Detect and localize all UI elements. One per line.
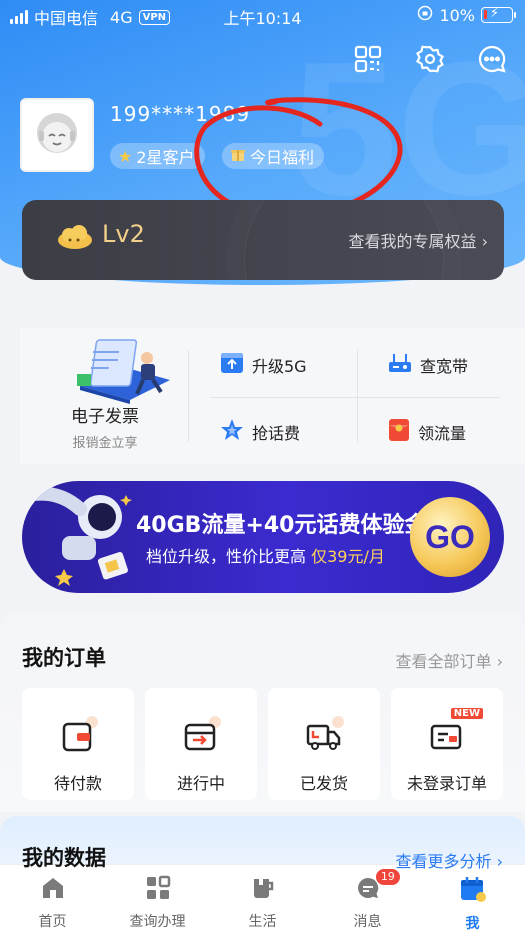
order-shipped[interactable]: 已发货 (268, 688, 380, 800)
delivery-truck-icon (304, 716, 344, 760)
tab-query-handle[interactable]: 查询办理 (105, 865, 210, 934)
settings-gear-icon[interactable] (415, 44, 445, 74)
get-data-label: 领流量 (418, 424, 467, 443)
view-more-analysis-label: 查看更多分析 (395, 852, 492, 871)
e-invoice-subtitle: 报销金立享 (72, 436, 138, 451)
order-in-progress[interactable]: 进行中 (145, 688, 257, 800)
go-button[interactable]: GO (410, 497, 490, 577)
avatar[interactable] (20, 98, 94, 172)
order-not-logged-in[interactable]: NEW 未登录订单 (391, 688, 503, 800)
data-title: 我的数据 (22, 846, 106, 870)
get-data-button[interactable]: 领流量 (388, 418, 466, 446)
promo-banner[interactable]: 40GB流量+40元话费体验金 档位升级，性价比更高 仅39元/月 GO (22, 481, 504, 593)
e-invoice-title[interactable]: 电子发票 (20, 402, 190, 427)
message-bubble-icon[interactable] (477, 44, 507, 74)
tab-label: 生活 (248, 914, 277, 930)
banner-subtitle: 档位升级，性价比更高 仅39元/月 (146, 543, 385, 567)
check-broadband-button[interactable]: 查宽带 (388, 352, 468, 378)
star-level-label: 2星客户 (136, 148, 195, 167)
qr-code-icon[interactable] (353, 44, 383, 74)
order-label: 已发货 (299, 774, 348, 793)
daily-benefit-label: 今日福利 (250, 148, 315, 167)
inbox-arrow-icon (181, 716, 221, 760)
tab-label: 查询办理 (129, 914, 186, 930)
tab-me[interactable]: 我 (420, 865, 525, 934)
tab-home[interactable]: 首页 (0, 865, 105, 934)
level-card[interactable]: Lv2 查看我的专属权益 › (22, 200, 504, 280)
view-all-orders-link[interactable]: 查看全部订单 › (396, 648, 504, 672)
grab-credit-label: 抢话费 (252, 424, 301, 443)
view-more-analysis-link[interactable]: 查看更多分析 › (396, 848, 504, 872)
star-icon: ★ (118, 146, 133, 166)
home-icon (40, 875, 66, 905)
order-label: 待付款 (53, 774, 102, 793)
upgrade-5g-label: 升级5G (252, 357, 307, 376)
exclusive-benefits-link-label: 查看我的专属权益 (348, 232, 477, 251)
bottom-tab-bar: 首页 查询办理 生活 19 消息 我 (0, 864, 525, 934)
card-list-icon (427, 716, 467, 760)
orientation-lock-icon (417, 5, 433, 25)
router-icon (388, 352, 412, 378)
status-bar: 中国电信 4G VPN 上午10:14 10% ⚡ (0, 0, 525, 30)
gift-icon (230, 146, 246, 166)
invoice-illustration[interactable] (75, 338, 175, 408)
star-burst-icon (220, 418, 244, 446)
order-pending-payment[interactable]: 待付款 (22, 688, 134, 800)
banner-subtitle-text: 档位升级，性价比更高 (146, 547, 307, 566)
divider (357, 350, 358, 442)
tab-label: 消息 (353, 914, 382, 930)
cup-icon (250, 875, 276, 905)
tab-label: 首页 (38, 914, 67, 930)
astronaut-illustration (22, 481, 142, 593)
upgrade-5g-button[interactable]: 升级5G (220, 352, 307, 378)
battery-percent: 10% (439, 5, 475, 25)
banner-price: 仅39元/月 (311, 547, 385, 566)
level-label: Lv2 (102, 220, 145, 248)
grab-credit-button[interactable]: 抢话费 (220, 418, 300, 446)
calendar-sign-icon (459, 875, 487, 907)
order-label: 未登录订单 (406, 774, 487, 793)
tab-messages[interactable]: 19 消息 (315, 865, 420, 934)
orders-title: 我的订单 (22, 646, 106, 670)
exclusive-benefits-link[interactable]: 查看我的专属权益 › (349, 228, 489, 252)
check-broadband-label: 查宽带 (420, 357, 469, 376)
order-label: 进行中 (176, 774, 225, 793)
phone-number: 199****1989 (110, 102, 251, 126)
daily-benefit-badge[interactable]: 今日福利 (222, 143, 325, 169)
tab-label: 我 (465, 916, 480, 932)
divider (210, 397, 500, 398)
banner-title: 40GB流量+40元话费体验金 (136, 513, 427, 538)
star-level-badge[interactable]: ★ 2星客户 (110, 143, 205, 169)
cloud-level-icon (56, 224, 94, 254)
grid-icon (145, 875, 171, 905)
tab-life[interactable]: 生活 (210, 865, 315, 934)
battery-icon: ⚡ (481, 6, 516, 23)
red-envelope-icon (388, 418, 410, 446)
upgrade-arrow-icon (220, 352, 244, 378)
wallet-icon (58, 716, 98, 760)
services-card: 电子发票 报销金立享 升级5G 查宽带 抢话费 领流量 (20, 328, 525, 464)
divider (188, 350, 189, 442)
view-all-orders-label: 查看全部订单 (395, 652, 492, 671)
